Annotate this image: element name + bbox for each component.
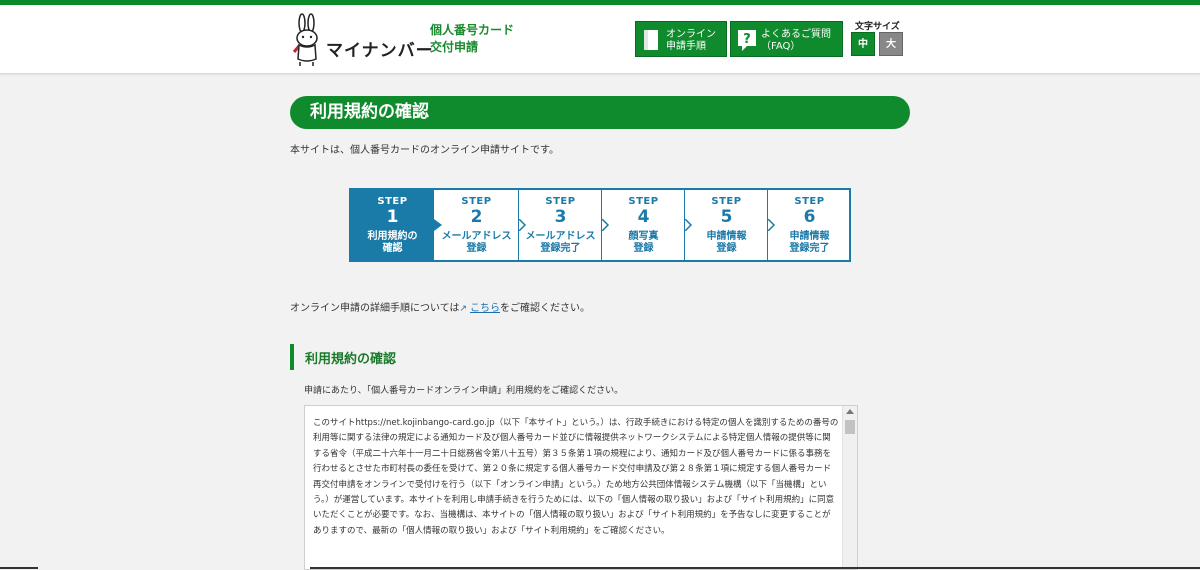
- page-title: 利用規約の確認: [290, 96, 910, 129]
- step-number: 4: [637, 207, 650, 227]
- section-title: 利用規約の確認: [305, 352, 397, 367]
- intro-text: 本サイトは、個人番号カードのオンライン申請サイトです。: [290, 145, 559, 156]
- faq-label: よくあるご質問 （FAQ）: [761, 29, 831, 52]
- online-procedure-label: オンライン 申請手順: [666, 29, 716, 52]
- terms-text: このサイトhttps://net.kojinbango-card.go.jp（以…: [313, 418, 839, 536]
- step-number: 5: [720, 207, 733, 227]
- book-icon: [644, 30, 658, 50]
- font-size-medium-button[interactable]: 中: [851, 32, 875, 56]
- brand-name: マイナンバー: [326, 41, 434, 61]
- step-text: 顔写真 登録: [628, 231, 659, 254]
- step-number: 1: [386, 207, 399, 227]
- step-4: STEP 4 顔写真 登録: [602, 190, 685, 260]
- step-text: メールアドレス 登録: [441, 231, 512, 254]
- online-procedure-button[interactable]: オンライン 申請手順: [635, 21, 727, 57]
- step-6: STEP 6 申請情報 登録完了: [768, 190, 851, 260]
- step-label: STEP: [628, 196, 659, 207]
- faq-button[interactable]: ? よくあるご質問 （FAQ）: [730, 21, 843, 57]
- procedure-link[interactable]: こちら: [470, 303, 500, 314]
- step-label: STEP: [461, 196, 492, 207]
- step-number: 2: [470, 207, 483, 227]
- step-text: 利用規約の 確認: [367, 231, 418, 254]
- step-2: STEP 2 メールアドレス 登録: [435, 190, 518, 260]
- site-header: マイナンバー 個人番号カード 交付申請 オンライン 申請手順 ? よくあるご質問…: [0, 5, 1200, 74]
- step-text: メールアドレス 登録完了: [525, 231, 596, 254]
- step-1: STEP 1 利用規約の 確認: [351, 190, 434, 260]
- svg-text:?: ?: [743, 32, 751, 47]
- step-text: 申請情報 登録: [706, 231, 747, 254]
- brand-subtitle: 個人番号カード 交付申請: [430, 23, 515, 54]
- terms-scrollbar[interactable]: [842, 406, 857, 569]
- step-text: 申請情報 登録完了: [789, 231, 830, 254]
- mynumber-mascot-logo[interactable]: [290, 13, 326, 67]
- scrollbar-thumb[interactable]: [845, 420, 855, 434]
- step-label: STEP: [794, 196, 825, 207]
- step-label: STEP: [545, 196, 576, 207]
- procedure-text-after: をご確認ください。: [500, 303, 591, 314]
- procedure-text: オンライン申請の詳細手順については: [290, 303, 460, 314]
- step-progress: STEP 1 利用規約の 確認 STEP 2 メールアドレス 登録 STEP 3…: [349, 188, 851, 262]
- step-label: STEP: [377, 196, 408, 207]
- scroll-up-arrow-icon[interactable]: [846, 409, 854, 414]
- step-number: 3: [554, 207, 567, 227]
- section-description: 申請にあたり、「個人番号カードオンライン申請」利用規約をご確認ください。: [304, 386, 624, 396]
- external-link-icon: ↗: [459, 304, 468, 314]
- step-label: STEP: [711, 196, 742, 207]
- question-icon: ?: [738, 30, 756, 51]
- font-size-label: 文字サイズ: [855, 22, 900, 32]
- step-number: 6: [803, 207, 816, 227]
- section-accent-bar: [290, 344, 294, 370]
- step-5: STEP 5 申請情報 登録: [685, 190, 768, 260]
- procedure-note: オンライン申請の詳細手順については↗ こちらをご確認ください。: [290, 299, 590, 314]
- bottom-edge: [0, 566, 1200, 570]
- terms-textbox[interactable]: このサイトhttps://net.kojinbango-card.go.jp（以…: [304, 405, 858, 570]
- step-3: STEP 3 メールアドレス 登録完了: [519, 190, 602, 260]
- font-size-large-button[interactable]: 大: [879, 32, 903, 56]
